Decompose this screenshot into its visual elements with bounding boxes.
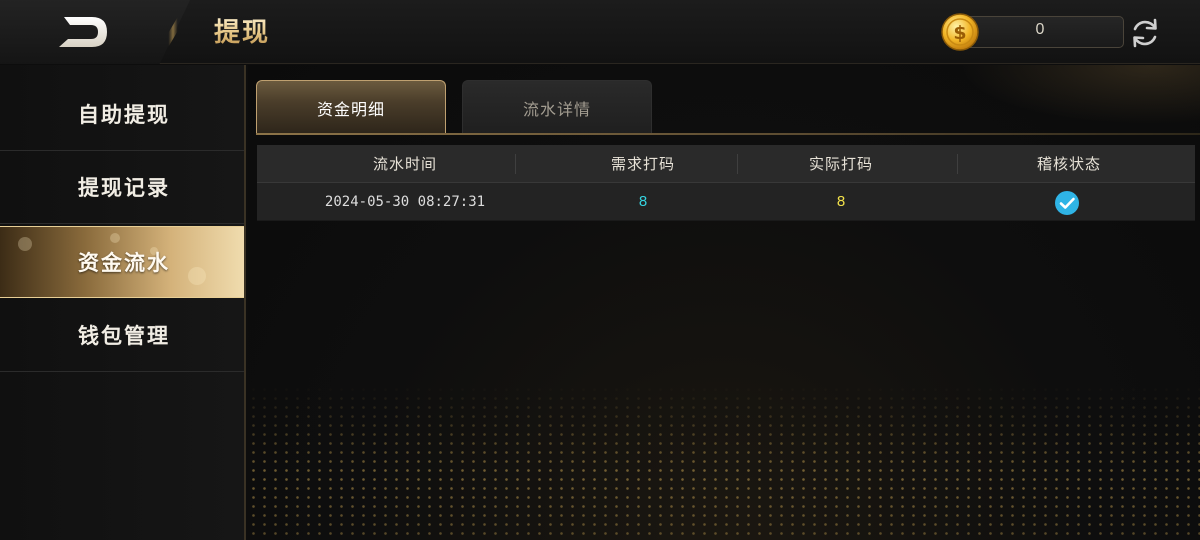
refresh-icon[interactable] xyxy=(1128,16,1162,50)
background-dot-pattern xyxy=(248,385,1200,540)
coin-balance-value: 0 xyxy=(1035,21,1045,38)
check-circle-icon xyxy=(1055,191,1079,215)
column-divider xyxy=(515,154,516,174)
tab-underline xyxy=(256,133,1200,135)
cell-required: 8 xyxy=(638,193,648,210)
column-divider xyxy=(737,154,738,174)
sidebar-item-label: 提现记录 xyxy=(78,176,170,200)
sidebar-item-label: 钱包管理 xyxy=(78,324,170,348)
column-header-actual: 实际打码 xyxy=(808,155,873,173)
sidebar-item-label: 自助提现 xyxy=(78,103,170,127)
main-content: 资金明细 流水详情 流水时间 需求打码 实际打码 稽核状态 2024-05-30… xyxy=(248,65,1200,540)
column-header-audit-status: 稽核状态 xyxy=(1036,155,1101,173)
column-header-required: 需求打码 xyxy=(610,155,675,173)
tab-flow-details[interactable]: 流水详情 xyxy=(462,80,652,134)
back-arrow-icon[interactable] xyxy=(56,14,110,50)
table-header: 流水时间 需求打码 实际打码 稽核状态 xyxy=(257,145,1195,183)
sidebar: 自助提现 提现记录 资金流水 钱包管理 xyxy=(0,65,246,540)
sidebar-item-fund-flow[interactable]: 资金流水 xyxy=(0,226,244,298)
column-header-time: 流水时间 xyxy=(372,155,437,173)
top-header: 提现 $ 0 xyxy=(0,0,1200,64)
sidebar-item-label: 资金流水 xyxy=(78,251,170,275)
tab-label: 资金明细 xyxy=(316,100,385,119)
cell-time: 2024-05-30 08:27:31 xyxy=(324,194,486,210)
gold-coin-icon: $ xyxy=(941,13,979,51)
sidebar-item-wallet-management[interactable]: 钱包管理 xyxy=(0,300,244,372)
cell-actual: 8 xyxy=(836,193,846,210)
svg-text:$: $ xyxy=(953,22,966,44)
tab-label: 流水详情 xyxy=(522,100,591,119)
background-glow xyxy=(960,65,1200,125)
page-title: 提现 xyxy=(214,12,270,49)
sidebar-item-withdraw-records[interactable]: 提现记录 xyxy=(0,152,244,224)
fund-flow-table: 流水时间 需求打码 实际打码 稽核状态 2024-05-30 08:27:31 … xyxy=(257,145,1195,221)
sidebar-item-self-withdraw[interactable]: 自助提现 xyxy=(0,79,244,151)
table-row: 2024-05-30 08:27:31 8 8 xyxy=(257,183,1195,221)
tab-fund-details[interactable]: 资金明细 xyxy=(256,80,446,134)
column-divider xyxy=(957,154,958,174)
